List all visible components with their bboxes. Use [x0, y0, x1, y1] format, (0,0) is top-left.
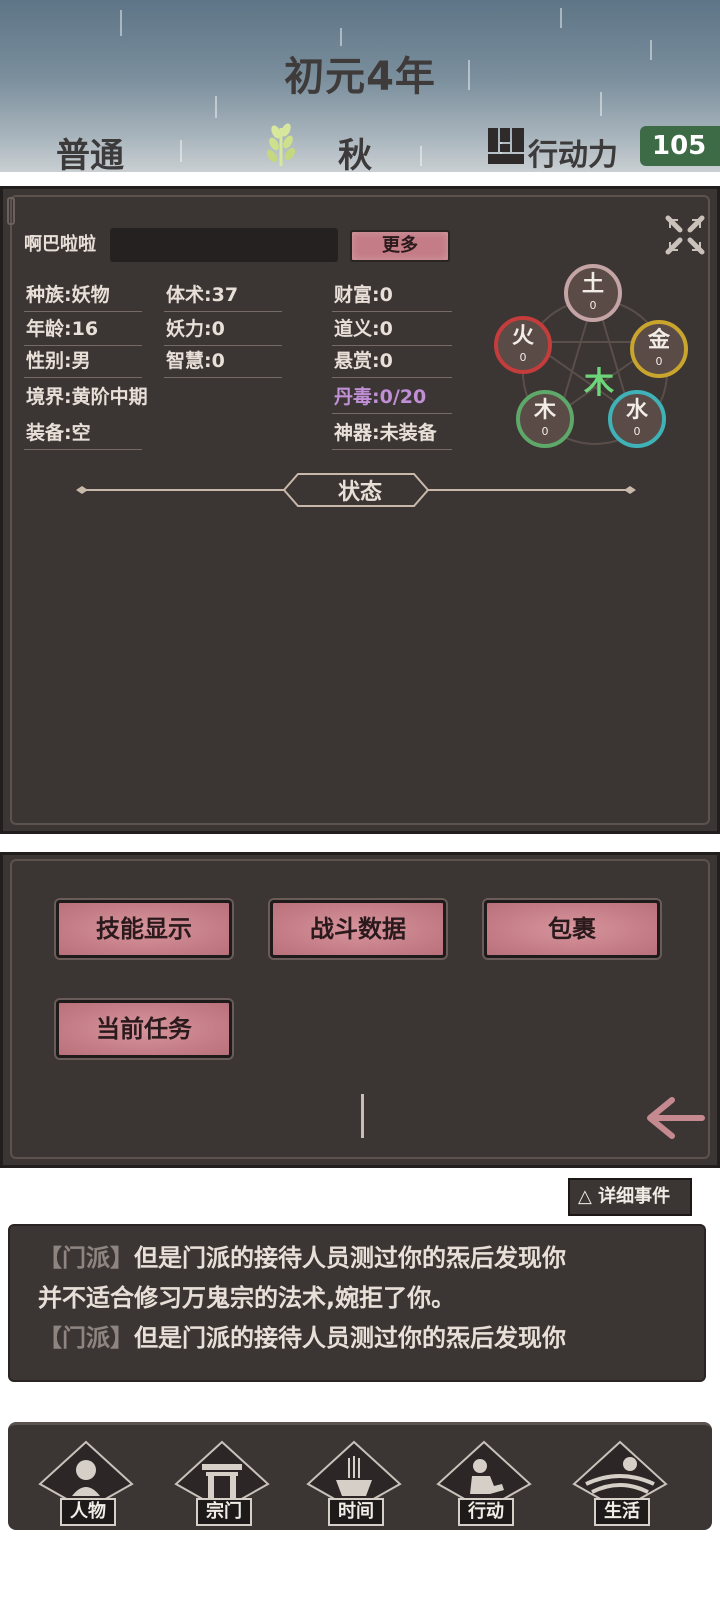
element-fire-name: 火 — [511, 324, 534, 349]
stat-age: 年龄:16 — [24, 314, 142, 346]
nav-character[interactable]: 人物 — [36, 1440, 136, 1530]
element-metal-name: 金 — [647, 328, 670, 353]
stat-equipment: 装备:空 — [24, 418, 142, 450]
element-earth: 土 0 — [564, 264, 622, 322]
back-arrow-icon[interactable] — [646, 1094, 706, 1142]
more-button[interactable]: 更多 — [350, 230, 450, 262]
element-dominant: 木 — [584, 366, 614, 401]
event-log: 【门派】但是门派的接待人员测过你的炁后发现你 并不适合修习万鬼宗的法术,婉拒了你… — [8, 1224, 706, 1382]
rain-streak — [120, 10, 122, 36]
stat-body-art: 体术:37 — [164, 280, 282, 312]
five-elements-diagram: 土 0 金 0 水 0 木 0 火 0 木 — [494, 262, 710, 462]
stat-race: 种族:妖物 — [24, 280, 142, 312]
element-wood: 木 0 — [516, 390, 574, 448]
scroll-handle[interactable] — [7, 197, 15, 225]
year-title: 初元4年 — [284, 54, 436, 100]
element-water-value: 0 — [633, 425, 641, 438]
nav-character-label: 人物 — [60, 1498, 116, 1526]
log-tag: 【门派】 — [38, 1244, 134, 1272]
rain-streak — [180, 140, 182, 162]
wheat-icon — [266, 123, 296, 166]
battle-data-button[interactable]: 战斗数据 — [270, 900, 446, 958]
stat-artifact: 神器:未装备 — [332, 418, 452, 450]
log-line: 【门派】但是门派的接待人员测过你的炁后发现你 — [38, 1238, 684, 1278]
element-water-name: 水 — [625, 398, 648, 423]
stat-gender: 性别:男 — [24, 346, 142, 378]
stat-wealth: 财富:0 — [332, 280, 452, 312]
stat-pill-poison: 丹毒:0/20 — [332, 382, 452, 414]
action-power-icon — [488, 128, 524, 164]
text-cursor — [361, 1094, 364, 1138]
element-metal: 金 0 — [630, 320, 688, 378]
name-field — [110, 228, 338, 262]
stat-wisdom: 智慧:0 — [164, 346, 282, 378]
nav-sect-label: 宗门 — [196, 1498, 252, 1526]
status-title: 状态 — [337, 480, 382, 505]
action-power-value: 105 — [640, 126, 720, 166]
element-fire: 火 0 — [494, 316, 552, 374]
nav-sect[interactable]: 宗门 — [172, 1440, 272, 1530]
character-name: 啊巴啦啦 — [24, 234, 96, 255]
detail-events-button[interactable]: △ 详细事件 — [568, 1178, 692, 1216]
element-wood-name: 木 — [533, 398, 556, 423]
stat-righteousness: 道义:0 — [332, 314, 452, 346]
skills-button[interactable]: 技能显示 — [56, 900, 232, 958]
log-text: 但是门派的接待人员测过你的炁后发现你 — [134, 1324, 566, 1352]
rain-streak — [560, 8, 562, 28]
log-line: 【门派】但是门派的接待人员测过你的炁后发现你 — [38, 1318, 684, 1358]
season-label: 秋 — [338, 136, 372, 172]
nav-life[interactable]: 生活 — [570, 1440, 670, 1530]
stat-bounty: 悬赏:0 — [332, 346, 452, 378]
rain-streak — [420, 146, 422, 166]
current-task-button[interactable]: 当前任务 — [56, 1000, 232, 1058]
nav-action[interactable]: 行动 — [434, 1440, 534, 1530]
close-icon[interactable] — [662, 212, 708, 258]
element-earth-name: 土 — [581, 272, 604, 297]
element-water: 水 0 — [608, 390, 666, 448]
top-header: 初元4年 普通 秋 行动力 105 — [0, 0, 720, 172]
log-line: 并不适合修习万鬼宗的法术,婉拒了你。 — [38, 1278, 684, 1318]
stat-demon-power: 妖力:0 — [164, 314, 282, 346]
action-power-label: 行动力 — [528, 138, 618, 172]
element-wood-value: 0 — [541, 425, 549, 438]
stat-realm: 境界:黄阶中期 — [26, 386, 148, 408]
element-metal-value: 0 — [655, 355, 663, 368]
log-text: 但是门派的接待人员测过你的炁后发现你 — [134, 1244, 566, 1272]
difficulty-label: 普通 — [56, 136, 124, 172]
nav-time[interactable]: 时间 — [304, 1440, 404, 1530]
element-earth-value: 0 — [589, 299, 597, 312]
log-text: 并不适合修习万鬼宗的法术,婉拒了你。 — [38, 1284, 456, 1312]
bag-button[interactable]: 包裹 — [484, 900, 660, 958]
nav-life-label: 生活 — [594, 1498, 650, 1526]
log-tag: 【门派】 — [38, 1324, 134, 1352]
nav-time-label: 时间 — [328, 1498, 384, 1526]
nav-action-label: 行动 — [458, 1498, 514, 1526]
element-fire-value: 0 — [519, 351, 527, 364]
